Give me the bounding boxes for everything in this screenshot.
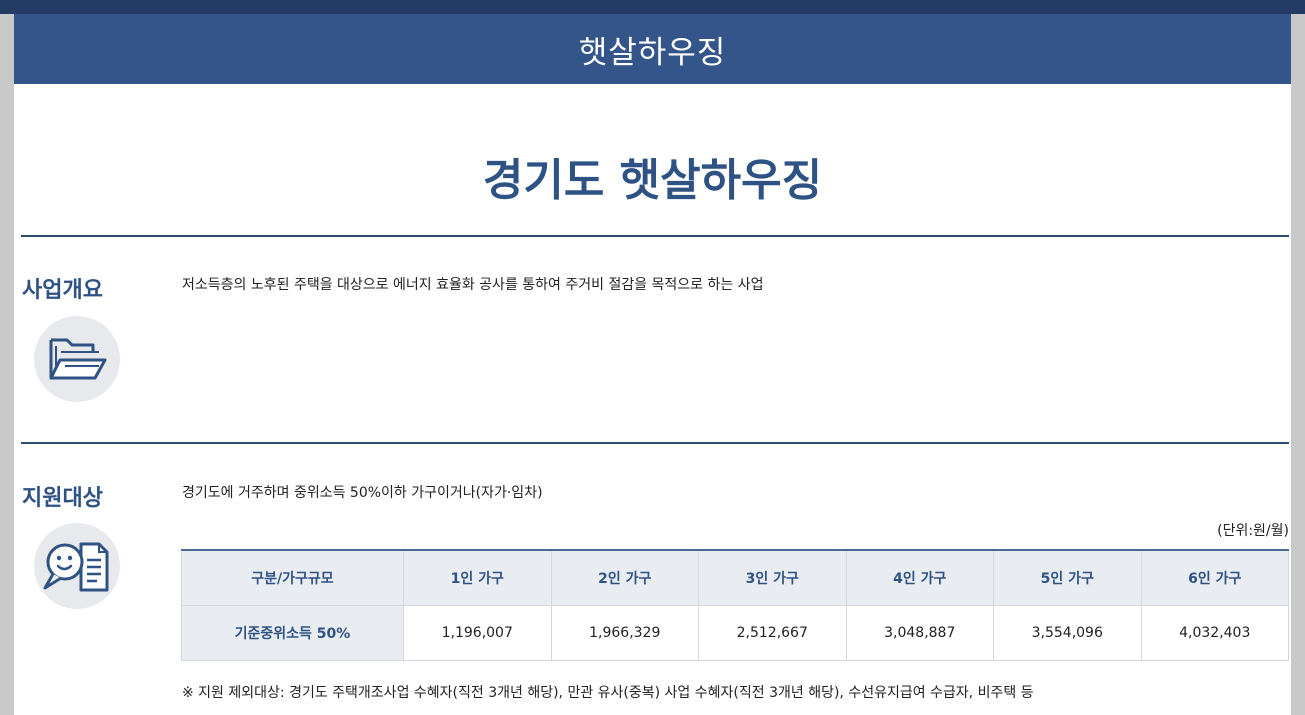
- table-row: 기준중위소득 50% 1,196,007 1,966,329 2,512,667…: [181, 605, 1289, 661]
- table-cell: 3,554,096: [993, 605, 1142, 661]
- exclusion-note: ※ 지원 제외대상: 경기도 주택개조사업 수혜자(직전 3개년 해당), 만관…: [182, 685, 1034, 701]
- table-header-cell: 6인 가구: [1140, 549, 1289, 606]
- header-title: 햇살하우징: [578, 34, 727, 71]
- table-cell: 2,512,667: [698, 605, 847, 661]
- income-table: 구분/가구규모 1인 가구 2인 가구 3인 가구 4인 가구 5인 가구 6인…: [181, 549, 1289, 661]
- table-cell: 1,196,007: [403, 605, 552, 661]
- eligibility-text: 경기도에 거주하며 중위소득 50%이하 가구이거나(자가·임차): [182, 485, 543, 501]
- table-header-cell: 2인 가구: [550, 549, 699, 606]
- overview-title: 사업개요: [22, 278, 103, 303]
- table-header-cell: 5인 가구: [993, 549, 1142, 606]
- table-header-row: 구분/가구규모 1인 가구 2인 가구 3인 가구 4인 가구 5인 가구 6인…: [181, 549, 1289, 606]
- top-strip: [0, 0, 1305, 14]
- table-cell: 4,032,403: [1140, 605, 1289, 661]
- site-header: 햇살하우징: [14, 14, 1291, 84]
- main-content: 경기도 햇살하우징 사업개요 저소득층의 노후된 주택을 대상으로 에너지 효율…: [14, 84, 1291, 715]
- page-title: 경기도 햇살하우징: [482, 155, 823, 206]
- eligibility-title: 지원대상: [22, 486, 103, 511]
- unit-label: (단위:원/월): [1217, 523, 1289, 539]
- table-header-cell: 1인 가구: [403, 549, 552, 606]
- overview-text: 저소득층의 노후된 주택을 대상으로 에너지 효율화 공사를 통하여 주거비 절…: [182, 277, 764, 293]
- row-label: 기준중위소득 50%: [181, 605, 404, 661]
- person-document-icon: [34, 523, 120, 609]
- folder-icon: [34, 316, 120, 402]
- table-header-cell: 4인 가구: [845, 549, 994, 606]
- section-divider: [21, 235, 1289, 237]
- table-header-cell: 구분/가구규모: [181, 549, 404, 606]
- table-cell: 1,966,329: [550, 605, 699, 661]
- table-header-cell: 3인 가구: [698, 549, 847, 606]
- table-cell: 3,048,887: [845, 605, 994, 661]
- section-divider: [21, 442, 1289, 444]
